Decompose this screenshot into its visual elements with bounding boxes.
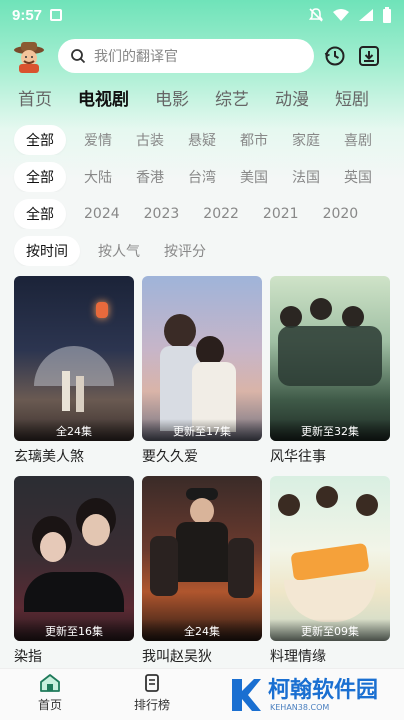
avatar[interactable]: [12, 39, 46, 73]
tab-tv-series[interactable]: 电视剧: [78, 85, 129, 110]
genre-chip[interactable]: 家庭: [292, 130, 320, 150]
category-tabs: 首页 电视剧 电影 综艺 动漫 短剧: [0, 84, 404, 110]
poster-image: 更新至16集: [14, 476, 134, 641]
status-time: 9:57: [12, 6, 43, 24]
history-icon[interactable]: [324, 45, 346, 67]
poster-image: 更新至17集: [142, 276, 262, 441]
sort-chip[interactable]: 按评分: [164, 241, 206, 261]
poster-image: 全24集: [142, 476, 262, 641]
drama-card[interactable]: 更新至17集 要久久爱: [142, 276, 262, 466]
year-chip[interactable]: 全部: [14, 199, 66, 229]
region-filter-row: 全部 大陆 香港 台湾 美国 法国 英国: [0, 162, 404, 192]
top-header: 我们的翻译官: [0, 36, 404, 76]
search-icon: [71, 49, 86, 64]
episode-badge: 更新至32集: [270, 419, 390, 441]
battery-icon: [383, 7, 391, 23]
sort-chip[interactable]: 按时间: [14, 236, 80, 266]
download-icon[interactable]: [358, 45, 380, 67]
nav-ranking-label: 排行榜: [133, 698, 170, 712]
genre-chip[interactable]: 爱情: [84, 130, 112, 150]
nav-home-label: 首页: [37, 698, 62, 712]
nav-home[interactable]: 首页: [20, 673, 80, 713]
drama-title: 染指: [14, 649, 42, 665]
genre-chip[interactable]: 悬疑: [188, 130, 216, 150]
tab-home[interactable]: 首页: [18, 85, 52, 110]
year-chip[interactable]: 2022: [203, 206, 239, 222]
poster-image: 更新至09集: [270, 476, 390, 641]
wifi-icon: [333, 9, 349, 21]
drama-card[interactable]: 全24集 我叫赵吴狄: [142, 476, 262, 666]
nav-ranking[interactable]: 排行榜: [122, 673, 182, 713]
year-chip[interactable]: 2020: [323, 206, 359, 222]
tab-variety[interactable]: 综艺: [215, 85, 249, 110]
region-chip[interactable]: 全部: [14, 162, 66, 192]
genre-chip[interactable]: 古装: [136, 130, 164, 150]
watermark-logo: [232, 679, 261, 711]
status-icons: [308, 7, 392, 23]
region-chip[interactable]: 法国: [292, 167, 320, 187]
year-chip[interactable]: 2021: [263, 206, 299, 222]
drama-title: 玄璃美人煞: [14, 449, 84, 465]
drama-card[interactable]: 更新至09集 料理情缘: [270, 476, 390, 666]
region-chip[interactable]: 英国: [344, 167, 372, 187]
region-chip[interactable]: 大陆: [84, 167, 112, 187]
year-chip[interactable]: 2024: [84, 206, 120, 222]
mute-icon: [308, 8, 324, 22]
poster-image: 更新至32集: [270, 276, 390, 441]
status-bar: 9:57: [0, 0, 404, 30]
episode-badge: 全24集: [142, 619, 262, 641]
sort-filter-row: 按时间 按人气 按评分: [0, 236, 404, 266]
ranking-icon: [145, 674, 159, 692]
sort-chip[interactable]: 按人气: [98, 241, 140, 261]
year-filter-row: 全部 2024 2023 2022 2021 2020: [0, 199, 404, 229]
genre-chip[interactable]: 喜剧: [344, 130, 372, 150]
drama-title: 我叫赵吴狄: [142, 649, 212, 665]
episode-badge: 更新至09集: [270, 619, 390, 641]
episode-badge: 全24集: [14, 419, 134, 441]
region-chip[interactable]: 美国: [240, 167, 268, 187]
drama-title: 风华往事: [270, 449, 326, 465]
watermark-name: 柯翰软件园: [268, 677, 379, 703]
genre-filter-row: 全部 爱情 古装 悬疑 都市 家庭 喜剧: [0, 125, 404, 155]
region-chip[interactable]: 香港: [136, 167, 164, 187]
search-placeholder: 我们的翻译官: [94, 49, 178, 65]
watermark-url: KEHAN38.COM: [270, 702, 330, 712]
poster-image: 全24集: [14, 276, 134, 441]
episode-badge: 更新至16集: [14, 619, 134, 641]
drama-title: 料理情缘: [270, 649, 326, 665]
drama-card[interactable]: 更新至16集 染指: [14, 476, 134, 666]
signal-icon: [359, 9, 373, 21]
tab-movies[interactable]: 电影: [155, 85, 189, 110]
drama-card[interactable]: 全24集 玄璃美人煞: [14, 276, 134, 466]
year-chip[interactable]: 2023: [144, 206, 180, 222]
watermark: 柯翰软件园 KEHAN38.COM: [228, 672, 398, 718]
region-chip[interactable]: 台湾: [188, 167, 216, 187]
genre-chip[interactable]: 全部: [14, 125, 66, 155]
drama-title: 要久久爱: [142, 449, 198, 465]
tab-anime[interactable]: 动漫: [275, 85, 309, 110]
episode-badge: 更新至17集: [142, 419, 262, 441]
search-bar[interactable]: 我们的翻译官: [58, 39, 314, 73]
genre-chip[interactable]: 都市: [240, 130, 268, 150]
tab-short-drama[interactable]: 短剧: [335, 85, 369, 110]
home-icon: [40, 674, 60, 692]
notification-icon: [50, 9, 63, 21]
drama-card[interactable]: 更新至32集 风华往事: [270, 276, 390, 466]
